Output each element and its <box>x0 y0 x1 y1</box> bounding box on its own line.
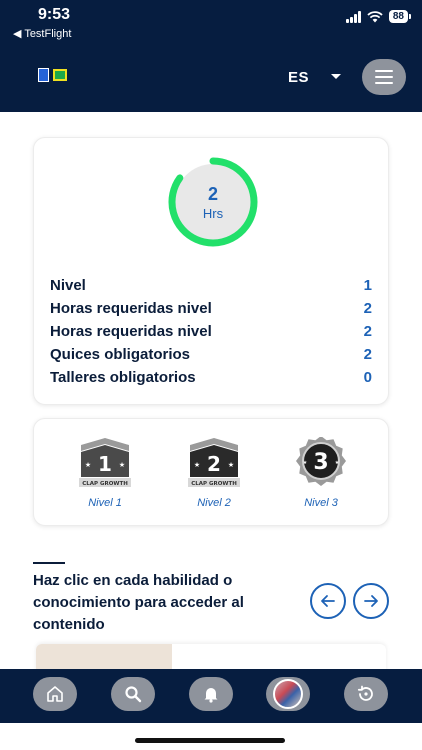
language-selector[interactable]: ES <box>288 69 309 86</box>
level-2-label[interactable]: Nivel 2 <box>197 497 231 509</box>
badge-number: 2 <box>207 452 221 476</box>
level-3-badge[interactable]: 3 ★ ★ Nivel 3 <box>281 437 361 509</box>
level-requirements-list: Nivel 1 Horas requeridas nivel 2 Horas r… <box>50 274 372 389</box>
hamburger-menu-button[interactable] <box>362 59 406 95</box>
bell-icon <box>204 688 218 703</box>
svg-text:★: ★ <box>335 460 340 466</box>
progress-card: 2 Hrs Nivel 1 Horas requeridas nivel 2 H… <box>33 137 389 405</box>
level-1-label[interactable]: Nivel 1 <box>88 497 122 509</box>
svg-text:★: ★ <box>303 460 308 466</box>
search-icon <box>125 686 142 703</box>
level-3-label[interactable]: Nivel 3 <box>304 497 338 509</box>
history-icon <box>357 685 373 701</box>
badge-caption: CLAP GROWTH <box>191 481 237 487</box>
stat-row: Horas requeridas nivel 2 <box>50 320 372 343</box>
top-header: 9:53 ◀ TestFlight 88 ES <box>0 0 422 112</box>
svg-text:★: ★ <box>194 461 200 469</box>
stat-label: Nivel <box>50 277 86 294</box>
nav-notifications-button[interactable] <box>189 677 233 711</box>
stat-value: 2 <box>363 323 372 340</box>
svg-text:★: ★ <box>228 461 234 469</box>
badge-caption: CLAP GROWTH <box>82 481 128 487</box>
badge-number: 3 <box>313 450 328 475</box>
level-3-badge-icon: 3 ★ ★ <box>296 437 346 486</box>
app-logo[interactable] <box>38 68 67 82</box>
nav-search-button[interactable] <box>111 677 155 711</box>
avatar <box>273 679 303 709</box>
stat-label: Horas requeridas nivel <box>50 323 212 340</box>
nav-home-button[interactable] <box>33 677 77 711</box>
wifi-icon <box>367 10 383 22</box>
bottom-navigation <box>0 669 422 723</box>
levels-card: 1 ★ ★ CLAP GROWTH Nivel 1 2 ★ ★ CLAP GRO… <box>33 418 389 526</box>
previous-button[interactable] <box>310 583 346 619</box>
svg-text:★: ★ <box>119 461 125 469</box>
skills-intro-text: Haz clic en cada habilidad o conocimient… <box>33 572 244 633</box>
section-divider <box>33 562 65 564</box>
stat-row: Horas requeridas nivel 2 <box>50 297 372 320</box>
stat-row: Quices obligatorios 2 <box>50 343 372 366</box>
level-2-badge[interactable]: 2 ★ ★ CLAP GROWTH Nivel 2 <box>174 437 254 509</box>
stat-row: Nivel 1 <box>50 274 372 297</box>
stat-row: Talleres obligatorios 0 <box>50 366 372 389</box>
level-2-badge-icon: 2 ★ ★ CLAP GROWTH <box>188 438 240 487</box>
back-to-testflight-link[interactable]: ◀ TestFlight <box>13 27 71 40</box>
hours-readout: 2 Hrs <box>160 157 266 247</box>
cellular-signal-icon <box>345 10 361 23</box>
status-indicators: 88 <box>345 10 412 23</box>
stat-value: 1 <box>363 277 372 294</box>
stat-value: 2 <box>363 300 372 317</box>
stat-label: Horas requeridas nivel <box>50 300 212 317</box>
badge-number: 1 <box>98 452 112 476</box>
stat-value: 2 <box>363 346 372 363</box>
svg-text:★: ★ <box>85 461 91 469</box>
status-time: 9:53 <box>38 6 71 23</box>
chevron-down-icon[interactable] <box>331 74 341 79</box>
arrow-right-icon <box>364 595 378 607</box>
level-1-badge-icon: 1 ★ ★ CLAP GROWTH <box>79 438 131 487</box>
level-1-badge[interactable]: 1 ★ ★ CLAP GROWTH Nivel 1 <box>65 437 145 509</box>
hours-unit: Hrs <box>202 205 224 221</box>
stat-label: Quices obligatorios <box>50 346 191 363</box>
arrow-left-icon <box>321 595 335 607</box>
stat-value: 0 <box>363 369 372 386</box>
stat-label: Talleres obligatorios <box>50 369 196 386</box>
home-indicator <box>135 738 285 743</box>
battery-indicator: 88 <box>388 10 412 23</box>
nav-history-button[interactable] <box>344 677 388 711</box>
hours-value: 2 <box>207 183 218 204</box>
next-button[interactable] <box>353 583 389 619</box>
home-icon <box>47 686 63 702</box>
nav-profile-button[interactable] <box>266 677 310 711</box>
